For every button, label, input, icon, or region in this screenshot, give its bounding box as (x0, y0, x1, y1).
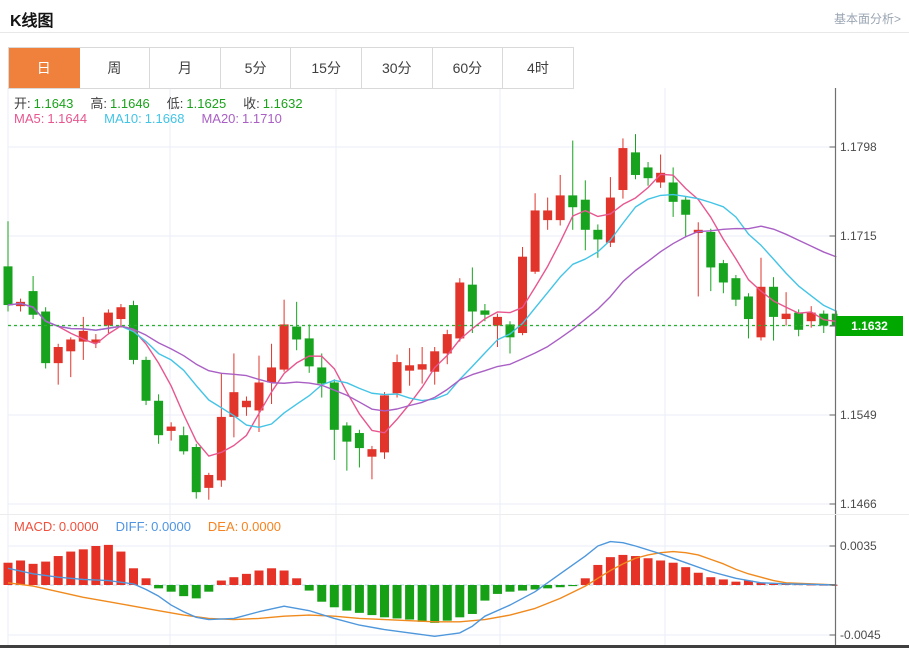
legend-item: MA10: 1.1668 (104, 111, 185, 126)
tab-30min[interactable]: 30分 (361, 48, 433, 88)
legend-item: 低: 1.1625 (166, 96, 227, 111)
tab-week[interactable]: 周 (79, 48, 151, 88)
ohlc-legend: 开: 1.1643 高: 1.1646 低: 1.1625 收: 1.1632 (14, 93, 303, 112)
legend-item: DEA: 0.0000 (207, 519, 282, 534)
legend-item: DIFF: 0.0000 (115, 519, 191, 534)
fundamental-analysis-link[interactable]: 基本面分析> (834, 10, 901, 27)
legend-item: MA20: 1.1710 (201, 111, 282, 126)
svg-text:1.1466: 1.1466 (840, 497, 877, 511)
ma-legend: MA5: 1.1644 MA10: 1.1668 MA20: 1.1710 (14, 111, 282, 126)
tab-4hour[interactable]: 4时 (503, 48, 573, 88)
legend-item: MA5: 1.1644 (14, 111, 88, 126)
legend-item: 开: 1.1643 (14, 96, 74, 111)
bottom-border (0, 645, 909, 648)
svg-text:-0.0045: -0.0045 (840, 628, 881, 642)
kline-widget: 1.1798 1.1715 1.1549 1.1466 0.0035 -0.0045 K线… (0, 0, 909, 648)
svg-text:1.1715: 1.1715 (840, 229, 877, 243)
page-title: K线图 (10, 13, 54, 30)
tab-60min[interactable]: 60分 (432, 48, 504, 88)
tab-day[interactable]: 日 (9, 48, 80, 88)
tab-5min[interactable]: 5分 (220, 48, 292, 88)
svg-text:0.0035: 0.0035 (840, 539, 877, 553)
legend-item: 收: 1.1632 (243, 96, 303, 111)
svg-text:1.1549: 1.1549 (840, 408, 877, 422)
legend-item: 高: 1.1646 (90, 96, 150, 111)
tab-15min[interactable]: 15分 (291, 48, 362, 88)
panel-divider (0, 514, 909, 515)
current-price-badge: 1.1632 (836, 316, 903, 336)
svg-text:1.1798: 1.1798 (840, 140, 877, 154)
header-divider (0, 32, 909, 33)
interval-tabbar: 日周月 5分 15分 30分 60分 4时 (8, 47, 574, 89)
legend-item: MACD: 0.0000 (14, 519, 99, 534)
tab-month[interactable]: 月 (150, 48, 221, 88)
macd-legend: MACD: 0.0000 DIFF: 0.0000 DEA: 0.0000 (14, 519, 281, 534)
